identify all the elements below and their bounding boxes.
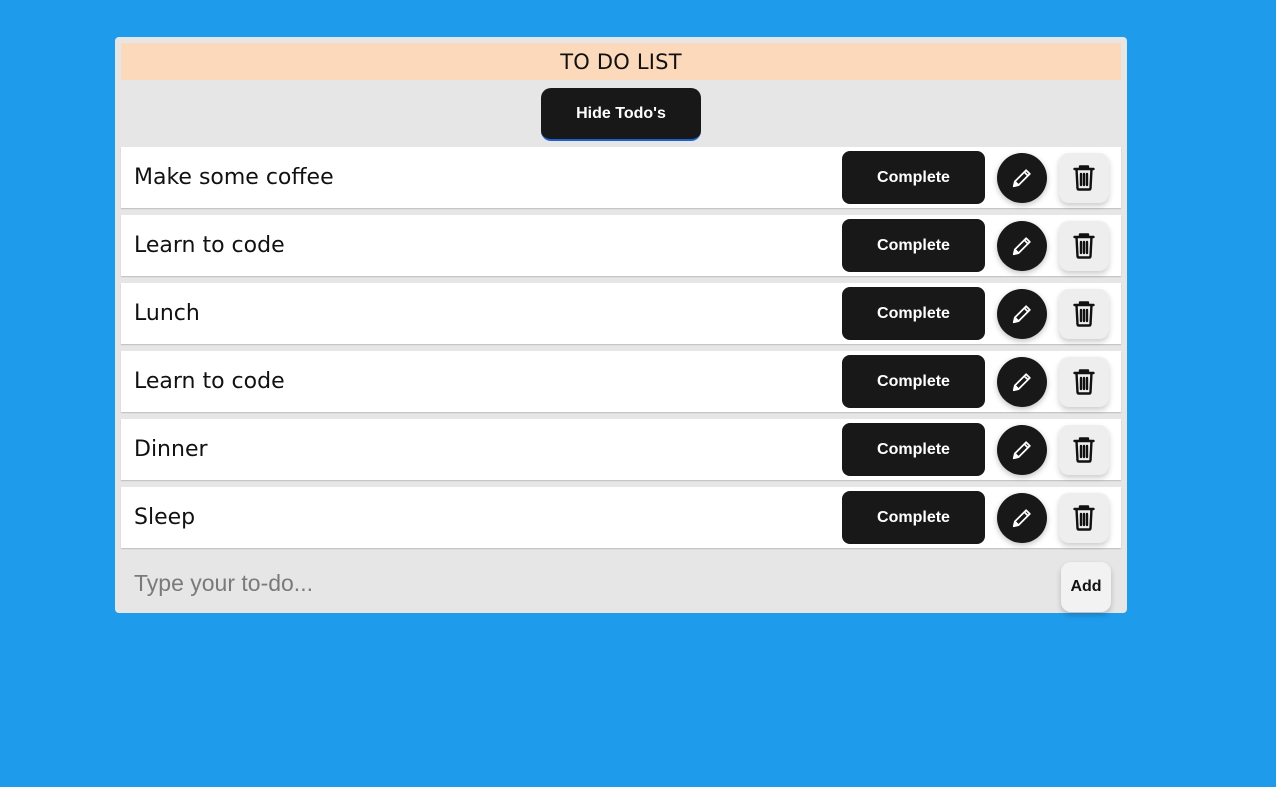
pencil-icon	[1012, 372, 1031, 391]
todo-panel: TO DO LIST Hide Todo's Make some coffee …	[115, 37, 1127, 613]
delete-button[interactable]	[1059, 152, 1109, 203]
list-item: Learn to code Complete	[121, 351, 1121, 412]
list-item: Dinner Complete	[121, 419, 1121, 480]
edit-button[interactable]	[997, 492, 1047, 543]
pencil-icon	[1012, 508, 1031, 527]
complete-button[interactable]: Complete	[842, 219, 985, 272]
pencil-icon	[1012, 236, 1031, 255]
trash-icon	[1073, 164, 1095, 191]
list-item: Make some coffee Complete	[121, 147, 1121, 208]
complete-button[interactable]: Complete	[842, 355, 985, 408]
delete-button[interactable]	[1059, 492, 1109, 543]
page-title: TO DO LIST	[121, 43, 1121, 80]
trash-icon	[1073, 368, 1095, 395]
trash-icon	[1073, 504, 1095, 531]
delete-button[interactable]	[1059, 288, 1109, 339]
todo-input[interactable]	[134, 563, 1034, 603]
todo-list: Make some coffee Complete Learn to code …	[121, 147, 1121, 555]
pencil-icon	[1012, 304, 1031, 323]
list-item: Learn to code Complete	[121, 215, 1121, 276]
todo-text: Make some coffee	[134, 165, 334, 190]
todo-text: Sleep	[134, 505, 196, 530]
list-item: Sleep Complete	[121, 487, 1121, 548]
complete-button[interactable]: Complete	[842, 423, 985, 476]
add-button[interactable]: Add	[1061, 562, 1111, 612]
hide-todos-button[interactable]: Hide Todo's	[541, 88, 701, 141]
edit-button[interactable]	[997, 356, 1047, 407]
trash-icon	[1073, 232, 1095, 259]
edit-button[interactable]	[997, 220, 1047, 271]
list-item: Lunch Complete	[121, 283, 1121, 344]
edit-button[interactable]	[997, 288, 1047, 339]
pencil-icon	[1012, 168, 1031, 187]
complete-button[interactable]: Complete	[842, 287, 985, 340]
pencil-icon	[1012, 440, 1031, 459]
todo-text: Learn to code	[134, 233, 285, 258]
todo-text: Lunch	[134, 301, 200, 326]
todo-text: Dinner	[134, 437, 208, 462]
complete-button[interactable]: Complete	[842, 151, 985, 204]
todo-text: Learn to code	[134, 369, 285, 394]
edit-button[interactable]	[997, 424, 1047, 475]
delete-button[interactable]	[1059, 424, 1109, 475]
delete-button[interactable]	[1059, 356, 1109, 407]
add-todo-row: Add	[121, 555, 1121, 615]
delete-button[interactable]	[1059, 220, 1109, 271]
trash-icon	[1073, 300, 1095, 327]
trash-icon	[1073, 436, 1095, 463]
complete-button[interactable]: Complete	[842, 491, 985, 544]
edit-button[interactable]	[997, 152, 1047, 203]
toggle-row: Hide Todo's	[121, 80, 1121, 147]
